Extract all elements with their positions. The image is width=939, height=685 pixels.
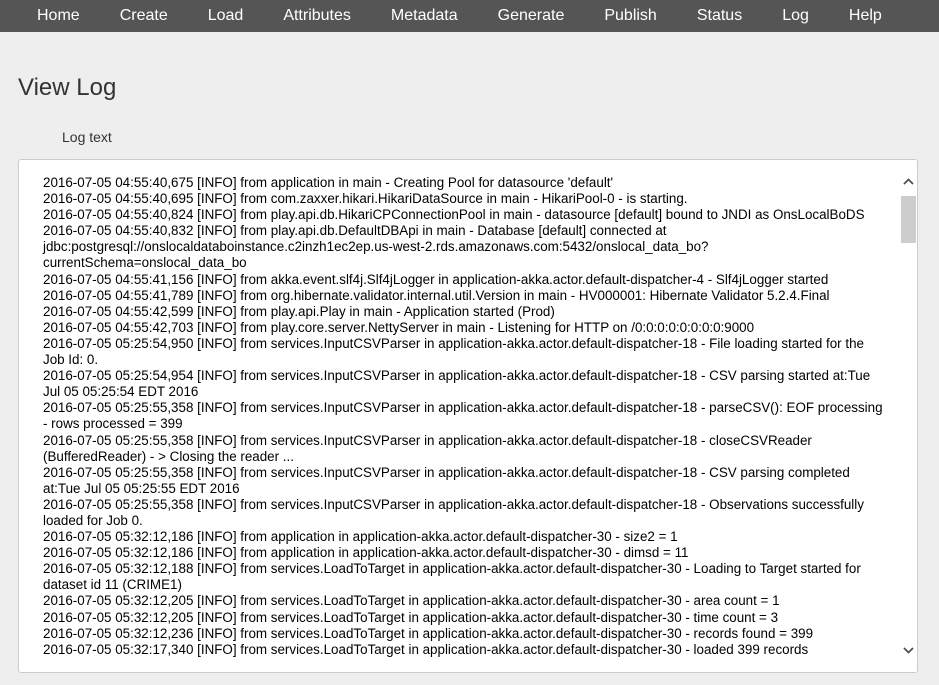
chevron-up-icon [903,178,914,185]
nav-attributes[interactable]: Attributes [263,0,371,32]
log-line: 2016-07-05 04:55:40,695 [INFO] from com.… [43,191,688,207]
log-line: 2016-07-05 05:32:12,205 [INFO] from serv… [43,609,779,625]
scroll-down-button[interactable] [900,642,917,659]
nav-metadata[interactable]: Metadata [371,0,478,32]
nav-status[interactable]: Status [677,0,762,32]
scroll-thumb[interactable] [901,196,916,243]
log-line: 2016-07-05 05:25:55,358 [INFO] from serv… [43,496,864,528]
log-line: 2016-07-05 05:32:12,205 [INFO] from serv… [43,593,780,609]
log-line: 2016-07-05 04:55:40,675 [INFO] from appl… [43,175,614,190]
log-textarea[interactable]: 2016-07-05 04:55:40,675 [INFO] from appl… [18,159,918,673]
log-line: 2016-07-05 05:32:12,236 [INFO] from serv… [43,625,814,641]
log-line: 2016-07-05 04:55:42,599 [INFO] from play… [43,303,555,319]
log-line: 2016-07-05 04:55:41,789 [INFO] from org.… [43,287,830,303]
nav-help[interactable]: Help [829,0,902,32]
log-line: 2016-07-05 04:55:41,156 [INFO] from akka… [43,271,829,287]
log-scrollbar[interactable] [900,160,917,672]
nav-log[interactable]: Log [762,0,829,32]
log-line: 2016-07-05 04:55:40,832 [INFO] from play… [43,223,709,271]
log-content: 2016-07-05 04:55:40,675 [INFO] from appl… [43,175,889,658]
nav-create[interactable]: Create [100,0,188,32]
log-line: 2016-07-05 05:32:12,188 [INFO] from serv… [43,561,861,593]
nav-publish[interactable]: Publish [584,0,676,32]
nav-load[interactable]: Load [188,0,264,32]
log-line: 2016-07-05 05:25:55,358 [INFO] from serv… [43,432,812,464]
log-line: 2016-07-05 05:25:55,358 [INFO] from serv… [43,400,883,432]
top-navbar: Home Create Load Attributes Metadata Gen… [0,0,939,32]
page-title: View Log [18,74,117,101]
log-line: 2016-07-05 05:32:12,186 [INFO] from appl… [43,529,678,545]
log-line: 2016-07-05 04:55:42,703 [INFO] from play… [43,319,755,335]
scroll-up-button[interactable] [900,173,917,190]
log-line: 2016-07-05 05:32:12,186 [INFO] from appl… [43,545,689,561]
nav-generate[interactable]: Generate [478,0,585,32]
log-line: 2016-07-05 05:25:54,954 [INFO] from serv… [43,368,871,400]
log-line: 2016-07-05 05:25:55,358 [INFO] from serv… [43,464,850,496]
log-line: 2016-07-05 05:25:54,950 [INFO] from serv… [43,335,864,368]
nav-home[interactable]: Home [21,0,100,32]
log-line: 2016-07-05 05:32:17,340 [INFO] from serv… [43,641,809,657]
chevron-down-icon [903,647,914,654]
log-text-label: Log text [62,129,112,145]
log-line: 2016-07-05 04:55:40,824 [INFO] from play… [43,207,865,223]
